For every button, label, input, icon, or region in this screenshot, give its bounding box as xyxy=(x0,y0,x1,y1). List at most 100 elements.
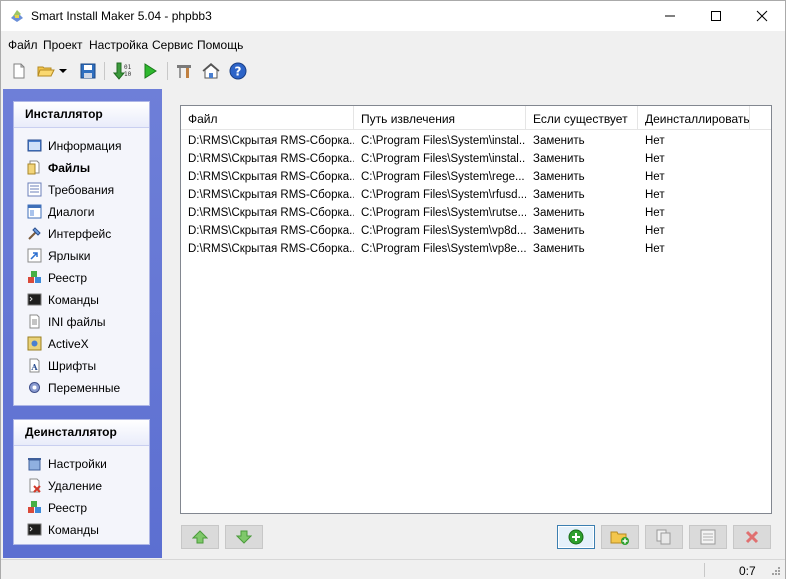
sidebar-item-label: Файлы xyxy=(48,161,91,175)
cell-uninstall: Нет xyxy=(645,135,665,147)
home-button[interactable] xyxy=(200,60,222,82)
cell-path: C:\Program Files\System\instal... xyxy=(361,153,526,165)
cell-file: D:\RMS\Скрытая RMS-Сборка... xyxy=(188,171,354,183)
sidebar-item-variables[interactable]: Переменные xyxy=(14,377,149,399)
dropdown-arrow-icon xyxy=(59,68,67,73)
removal-icon xyxy=(29,478,41,493)
menu-help[interactable]: Помощь xyxy=(197,38,243,52)
copy-button[interactable] xyxy=(645,525,683,549)
tools-button[interactable] xyxy=(173,60,195,82)
sidebar-item-label: Информация xyxy=(48,139,122,153)
cell-path: C:\Program Files\System\vp8e... xyxy=(361,243,526,255)
menu-service[interactable]: Сервис xyxy=(152,38,193,52)
cell-uninstall: Нет xyxy=(645,243,665,255)
cell-file: D:\RMS\Скрытая RMS-Сборка... xyxy=(188,153,354,165)
cell-path: C:\Program Files\System\rutse... xyxy=(361,207,526,219)
cell-uninstall: Нет xyxy=(645,207,665,219)
close-icon xyxy=(756,10,768,22)
cell-path: C:\Program Files\System\rege... xyxy=(361,171,525,183)
add-file-button[interactable] xyxy=(557,525,595,549)
cell-if-exists: Заменить xyxy=(533,243,585,255)
run-button[interactable] xyxy=(139,60,161,82)
menu-bar: Файл Проект Настройка Сервис Помощь xyxy=(1,34,785,56)
sidebar-item-fonts[interactable]: A Шрифты xyxy=(14,355,149,377)
maximize-button[interactable] xyxy=(693,1,739,31)
cell-path: C:\Program Files\System\vp8d... xyxy=(361,225,526,237)
sidebar-item-label: Ярлыки xyxy=(48,249,91,263)
cell-if-exists: Заменить xyxy=(533,225,585,237)
sidebar-item-label: ActiveX xyxy=(48,337,89,351)
sidebar-item-requirements[interactable]: Требования xyxy=(14,179,149,201)
column-header-file[interactable]: Файл xyxy=(181,106,354,130)
sidebar-item-commands[interactable]: Команды xyxy=(14,289,149,311)
table-row[interactable]: D:\RMS\Скрытая RMS-Сборка... C:\Program … xyxy=(181,204,771,222)
files-list[interactable]: Файл Путь извлечения Если существует Деи… xyxy=(180,105,772,514)
column-header-uninstall[interactable]: Деинсталлировать xyxy=(638,106,750,130)
move-up-icon xyxy=(192,530,208,544)
save-button[interactable] xyxy=(77,60,99,82)
open-project-button[interactable] xyxy=(35,60,57,82)
minimize-icon xyxy=(665,15,675,17)
help-button[interactable]: ? xyxy=(227,60,249,82)
table-row[interactable]: D:\RMS\Скрытая RMS-Сборка... C:\Program … xyxy=(181,168,771,186)
table-row[interactable]: D:\RMS\Скрытая RMS-Сборка... C:\Program … xyxy=(181,240,771,258)
sidebar-item-shortcuts[interactable]: Ярлыки xyxy=(14,245,149,267)
sidebar-item-files[interactable]: Файлы xyxy=(14,157,149,179)
menu-file[interactable]: Файл xyxy=(8,38,38,52)
ini-file-icon xyxy=(29,314,40,329)
sidebar-item-ini-files[interactable]: INI файлы xyxy=(14,311,149,333)
cell-if-exists: Заменить xyxy=(533,207,585,219)
sidebar-item-uninstall-commands[interactable]: Команды xyxy=(14,519,149,541)
sidebar-item-label: Переменные xyxy=(48,381,121,395)
shortcuts-icon xyxy=(27,248,42,263)
cell-if-exists: Заменить xyxy=(533,135,585,147)
table-row[interactable]: D:\RMS\Скрытая RMS-Сборка... C:\Program … xyxy=(181,222,771,240)
build-icon: 0110 xyxy=(113,62,131,80)
properties-button[interactable] xyxy=(689,525,727,549)
add-file-icon xyxy=(568,529,584,545)
fonts-icon: A xyxy=(29,358,40,373)
sidebar-item-activex[interactable]: ActiveX xyxy=(14,333,149,355)
sidebar-item-uninstall-registry[interactable]: Реестр xyxy=(14,497,149,519)
sidebar-item-dialogs[interactable]: Диалоги xyxy=(14,201,149,223)
toolbar: 01 10 ? xyxy=(1,57,785,85)
cell-file: D:\RMS\Скрытая RMS-Сборка... xyxy=(188,189,354,201)
sidebar-item-registry[interactable]: Реестр xyxy=(14,267,149,289)
cell-file: D:\RMS\Скрытая RMS-Сборка... xyxy=(188,135,354,147)
resize-grip-icon[interactable] xyxy=(769,564,781,576)
table-row[interactable]: D:\RMS\Скрытая RMS-Сборка... C:\Program … xyxy=(181,132,771,150)
sidebar-item-uninstall-settings[interactable]: Настройки xyxy=(14,453,149,475)
status-time: 0:7 xyxy=(739,564,756,578)
column-header-path[interactable]: Путь извлечения xyxy=(354,106,526,130)
sidebar-item-interface[interactable]: Интерфейс xyxy=(14,223,149,245)
sidebar-item-label: Удаление xyxy=(48,479,103,493)
sidebar-item-removal[interactable]: Удаление xyxy=(14,475,149,497)
minimize-button[interactable] xyxy=(647,1,693,31)
svg-text:?: ? xyxy=(235,65,242,79)
sidebar-item-label: Интерфейс xyxy=(48,227,112,241)
variables-icon xyxy=(29,382,40,393)
cell-if-exists: Заменить xyxy=(533,153,585,165)
cell-path: C:\Program Files\System\instal... xyxy=(361,135,526,147)
requirements-icon xyxy=(27,182,42,197)
table-row[interactable]: D:\RMS\Скрытая RMS-Сборка... C:\Program … xyxy=(181,186,771,204)
new-file-button[interactable] xyxy=(8,60,30,82)
activex-icon xyxy=(27,336,42,351)
delete-button[interactable] xyxy=(733,525,771,549)
move-down-button[interactable] xyxy=(225,525,263,549)
toolbar-separator xyxy=(167,62,168,80)
menu-project[interactable]: Проект xyxy=(43,38,83,52)
open-dropdown-button[interactable] xyxy=(57,60,69,82)
move-up-button[interactable] xyxy=(181,525,219,549)
title-bar: Smart Install Maker 5.04 - phpbb3 xyxy=(1,1,785,31)
sidebar-item-information[interactable]: Информация xyxy=(14,135,149,157)
build-button[interactable]: 01 10 xyxy=(111,60,133,82)
add-folder-button[interactable] xyxy=(601,525,639,549)
status-separator xyxy=(704,563,705,577)
close-button[interactable] xyxy=(739,1,785,31)
sidebar-item-label: Диалоги xyxy=(48,205,95,219)
cell-if-exists: Заменить xyxy=(533,171,585,183)
column-header-if-exists[interactable]: Если существует xyxy=(526,106,638,130)
menu-settings[interactable]: Настройка xyxy=(89,38,148,52)
table-row[interactable]: D:\RMS\Скрытая RMS-Сборка... C:\Program … xyxy=(181,150,771,168)
